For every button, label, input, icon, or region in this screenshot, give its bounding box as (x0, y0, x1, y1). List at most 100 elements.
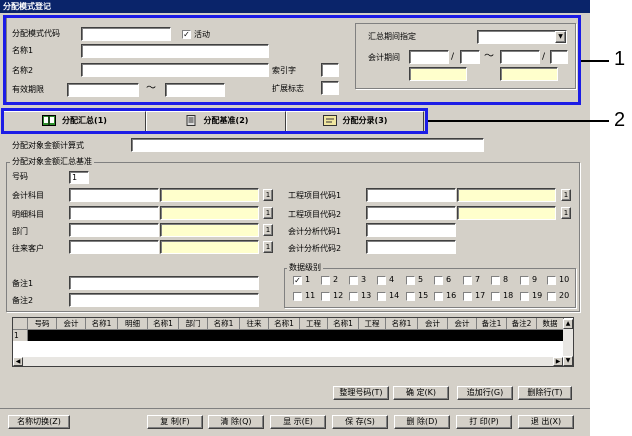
level-checkbox[interactable] (321, 292, 330, 301)
save-button[interactable]: 保 存(S) (332, 415, 388, 429)
level-label: 7 (475, 275, 481, 284)
column-header[interactable]: 明细 (117, 318, 148, 330)
annotation-box-1 (3, 15, 581, 105)
level-checkbox[interactable] (520, 292, 529, 301)
level-checkbox[interactable] (377, 276, 386, 285)
row-cells[interactable] (27, 329, 564, 341)
copy-button[interactable]: 复 制(F) (147, 415, 203, 429)
analysis1-input[interactable] (366, 223, 456, 237)
confirm-button[interactable]: 确 定(K) (393, 386, 449, 400)
column-header[interactable]: 会计 (417, 318, 448, 330)
window-title: 分配模式登记 (0, 0, 590, 13)
level-checkbox[interactable] (349, 292, 358, 301)
level-label: 3 (361, 275, 367, 284)
level-label: 14 (389, 291, 400, 300)
add-row-button[interactable]: 追加行(G) (457, 386, 513, 400)
display-button[interactable]: 显 示(E) (270, 415, 326, 429)
project1-label: 工程项目代码1 (288, 191, 342, 200)
customer-lookup-button[interactable]: 1 (263, 241, 273, 253)
dept-label: 部门 (12, 227, 28, 236)
column-header[interactable]: 名称1 (147, 318, 179, 330)
column-header[interactable]: 会计 (56, 318, 86, 330)
level-checkbox[interactable] (491, 292, 500, 301)
note2-label: 备注2 (12, 296, 34, 305)
column-header[interactable]: 工程 (358, 318, 386, 330)
column-header[interactable]: 名称1 (207, 318, 240, 330)
detail-lookup-button[interactable]: 1 (263, 207, 273, 219)
account-code-input[interactable] (69, 188, 159, 202)
criteria-group-title: 分配对象金额汇总基准 (10, 157, 94, 167)
level-checkbox[interactable] (434, 292, 443, 301)
delete-button[interactable]: 删 除(D) (394, 415, 450, 429)
scroll-left-icon[interactable]: ◀ (13, 357, 23, 366)
clear-button[interactable]: 清 除(Q) (208, 415, 264, 429)
level-checkbox[interactable] (349, 276, 358, 285)
dept-code-input[interactable] (69, 223, 159, 237)
analysis2-label: 会计分析代码2 (288, 244, 342, 253)
column-header[interactable]: 往来 (239, 318, 269, 330)
level-checkbox[interactable]: ✓ (293, 276, 302, 285)
detail-label: 明细科目 (12, 210, 44, 219)
level-checkbox[interactable] (434, 276, 443, 285)
horizontal-scrollbar[interactable] (13, 357, 563, 366)
customer-code-input[interactable] (69, 240, 159, 254)
annotation-label-2: 2 (614, 109, 626, 131)
level-checkbox[interactable] (463, 292, 472, 301)
dept-lookup-button[interactable]: 1 (263, 224, 273, 236)
column-header[interactable]: 号码 (27, 318, 57, 330)
level-checkbox[interactable] (321, 276, 330, 285)
level-checkbox[interactable] (293, 292, 302, 301)
level-checkbox[interactable] (463, 276, 472, 285)
project2-lookup-button[interactable]: 1 (561, 207, 571, 219)
annotation-label-1: 1 (614, 48, 626, 70)
column-header[interactable]: 备注1 (476, 318, 507, 330)
annotation-leader-2 (428, 120, 609, 122)
formula-input[interactable] (131, 138, 484, 152)
annotation-box-2 (1, 108, 428, 134)
note1-label: 备注1 (12, 279, 34, 288)
delete-row-button[interactable]: 删除行(T) (518, 386, 572, 400)
project2-code-input[interactable] (366, 206, 456, 220)
level-label: 17 (475, 291, 486, 300)
switch-name-button[interactable]: 名称切换(Z) (8, 415, 70, 429)
renumber-button[interactable]: 整理号码(T) (333, 386, 389, 400)
level-checkbox[interactable] (406, 276, 415, 285)
account-lookup-button[interactable]: 1 (263, 189, 273, 201)
level-label: 1 (305, 275, 311, 284)
project1-lookup-button[interactable]: 1 (561, 189, 571, 201)
column-header[interactable]: 数据 (536, 318, 564, 330)
column-header[interactable]: 备注2 (506, 318, 537, 330)
level-checkbox[interactable] (406, 292, 415, 301)
project1-code-input[interactable] (366, 188, 456, 202)
level-label: 5 (418, 275, 424, 284)
note1-input[interactable] (69, 276, 259, 290)
scroll-right-icon[interactable]: ▶ (553, 357, 563, 366)
column-header[interactable]: 名称1 (85, 318, 118, 330)
note2-input[interactable] (69, 293, 259, 307)
analysis2-input[interactable] (366, 240, 456, 254)
column-header[interactable]: 会计 (447, 318, 477, 330)
scroll-down-icon[interactable]: ▼ (563, 356, 573, 366)
detail-code-input[interactable] (69, 206, 159, 220)
column-header[interactable]: 工程 (299, 318, 328, 330)
account-label: 会计科目 (12, 191, 44, 200)
data-level-title: 数据级别 (287, 263, 323, 273)
level-checkbox[interactable] (520, 276, 529, 285)
column-header[interactable]: 名称1 (268, 318, 300, 330)
column-header[interactable]: 名称1 (385, 318, 418, 330)
table-row[interactable]: 1 (13, 329, 564, 341)
level-label: 4 (389, 275, 395, 284)
exit-button[interactable]: 退 出(X) (518, 415, 574, 429)
level-checkbox[interactable] (377, 292, 386, 301)
scroll-up-icon[interactable]: ▲ (563, 319, 573, 329)
column-header[interactable]: 部门 (178, 318, 208, 330)
column-header[interactable]: 名称1 (327, 318, 359, 330)
level-checkbox[interactable] (547, 276, 556, 285)
level-label: 6 (446, 275, 452, 284)
grid-corner (13, 318, 28, 330)
print-button[interactable]: 打 印(P) (456, 415, 512, 429)
dept-name-display (160, 223, 259, 237)
level-checkbox[interactable] (491, 276, 500, 285)
number-input[interactable]: 1 (69, 171, 89, 184)
level-checkbox[interactable] (547, 292, 556, 301)
